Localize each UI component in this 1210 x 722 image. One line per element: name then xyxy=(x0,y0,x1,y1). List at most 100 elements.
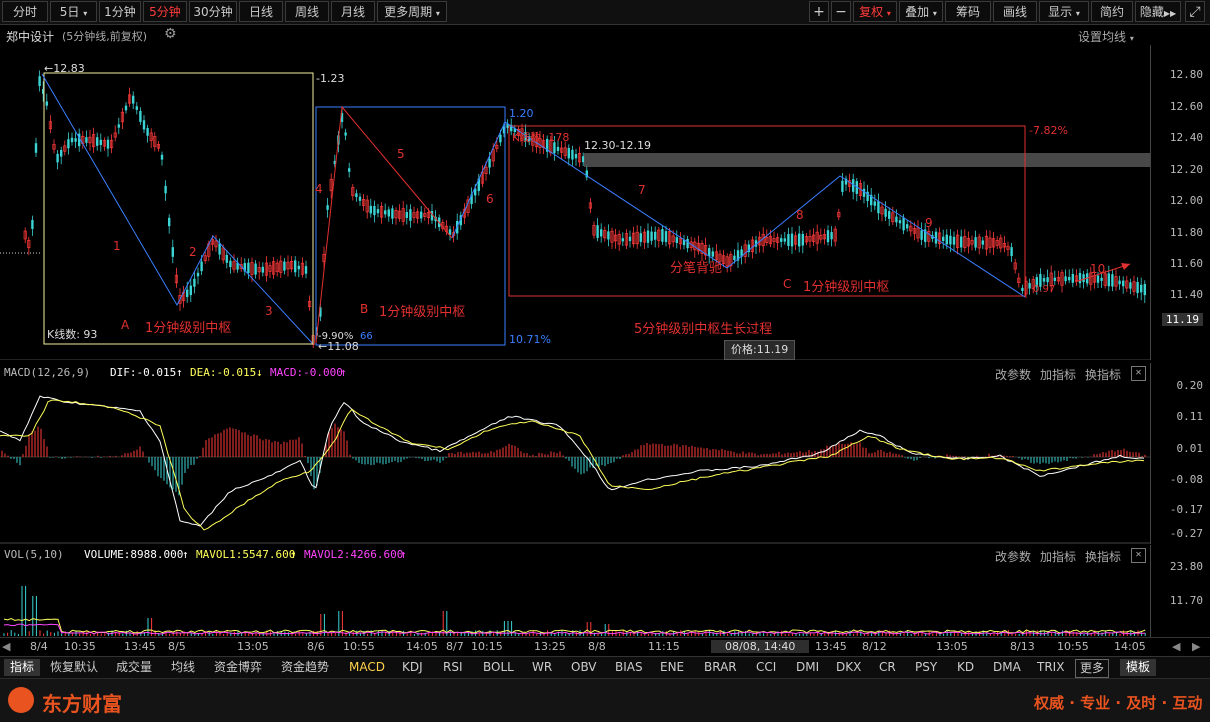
candle-body xyxy=(218,243,221,255)
time-tick: 14:05 xyxy=(406,640,438,653)
macd-chart[interactable] xyxy=(0,381,1150,544)
divergence-label: 分笔背驰 xyxy=(670,261,723,276)
gear-icon[interactable]: ⚙ xyxy=(164,26,177,42)
candle-body xyxy=(830,232,833,240)
tab-wr[interactable]: WR xyxy=(532,659,552,676)
tab-fund-trend[interactable]: 资金趋势 xyxy=(281,659,329,676)
display-button[interactable]: 显示 ▾ xyxy=(1039,1,1089,22)
candle-body xyxy=(1143,284,1146,296)
ma-setting-button[interactable]: 设置均线 ▾ xyxy=(1078,28,1134,45)
chips-button[interactable]: 筹码 xyxy=(945,1,991,22)
volume-chart[interactable] xyxy=(0,563,1150,637)
tab-ma[interactable]: 均线 xyxy=(171,659,195,676)
stroke-number-10: 10 xyxy=(1090,262,1106,276)
resistance-band xyxy=(584,153,1150,167)
time-tick: 10:55 xyxy=(1057,640,1089,653)
candle-body xyxy=(60,150,63,157)
period-tab-timeshare[interactable]: 分时 xyxy=(2,1,48,22)
tab-dma[interactable]: DMA xyxy=(993,659,1021,676)
candle-body xyxy=(898,220,902,224)
tab-dkx[interactable]: DKX xyxy=(836,659,861,676)
tab-restore-default[interactable]: 恢复默认 xyxy=(50,659,98,676)
zoom-out-button[interactable]: − xyxy=(831,1,851,22)
candle-body xyxy=(384,210,387,215)
period-tab-week[interactable]: 周线 xyxy=(285,1,329,22)
macd-value: MACD:-0.000 xyxy=(270,366,343,379)
tab-bias[interactable]: BIAS xyxy=(615,659,643,676)
tab-indicator[interactable]: 指标 xyxy=(4,659,41,676)
time-tick: 10:15 xyxy=(471,640,503,653)
indicator-tabbar: 指标 恢复默认 成交量 均线 资金博弈 资金趋势 MACD KDJ RSI BO… xyxy=(0,656,1210,678)
tab-obv[interactable]: OBV xyxy=(571,659,597,676)
candle-body xyxy=(902,217,905,231)
candle-body xyxy=(261,266,264,273)
zoom-in-button[interactable]: + xyxy=(809,1,829,22)
simple-mode-button[interactable]: 简约 xyxy=(1091,1,1133,22)
adjust-rights-button[interactable]: 复权 ▾ xyxy=(853,1,897,22)
vol-volume: VOLUME:8988.000 xyxy=(84,548,184,561)
zone-b-text: 1分钟级别中枢 xyxy=(379,305,466,320)
tab-dmi[interactable]: DMI xyxy=(796,659,819,676)
tab-kd[interactable]: KD xyxy=(957,659,974,676)
scroll-right-icon[interactable]: ▶ xyxy=(1192,640,1200,653)
fullscreen-icon[interactable]: ⤢ xyxy=(1185,1,1205,22)
candle-body xyxy=(358,196,362,201)
hide-label: 隐藏 xyxy=(1139,5,1164,19)
process-label: 5分钟级别中枢生长过程 xyxy=(634,322,773,337)
zone-a-letter: A xyxy=(121,318,130,332)
tab-fund-game[interactable]: 资金博弈 xyxy=(214,659,262,676)
period-tab-day[interactable]: 日线 xyxy=(239,1,283,22)
period-tab-more[interactable]: 更多周期 ▾ xyxy=(377,1,447,22)
time-tick: 13:45 xyxy=(815,640,847,653)
candle-body xyxy=(974,237,977,248)
tab-cci[interactable]: CCI xyxy=(756,659,776,676)
candle-body xyxy=(106,139,110,149)
candle-body xyxy=(949,235,952,245)
price-tick: 11.60 xyxy=(1169,257,1203,270)
tab-volume[interactable]: 成交量 xyxy=(116,659,152,676)
scroll-left-icon[interactable]: ◀ xyxy=(1172,640,1180,653)
tab-psy[interactable]: PSY xyxy=(915,659,937,676)
candle-body xyxy=(708,248,711,257)
hide-button[interactable]: 隐藏▶▶ xyxy=(1135,1,1181,22)
period-tab-5min[interactable]: 5分钟 xyxy=(143,1,187,22)
candle-body xyxy=(488,158,491,168)
overlay-button[interactable]: 叠加 ▾ xyxy=(899,1,943,22)
stroke-line-segment xyxy=(451,121,1026,298)
candle-body xyxy=(1028,283,1031,289)
period-tab-30min[interactable]: 30分钟 xyxy=(189,1,237,22)
box-b-top-label: 1.20 xyxy=(509,107,534,120)
scroll-left-icon[interactable]: ◀ xyxy=(2,640,10,653)
time-tick: 11:15 xyxy=(648,640,680,653)
candle-body xyxy=(798,233,801,247)
close-icon[interactable]: ✕ xyxy=(1131,548,1146,563)
tab-rsi[interactable]: RSI xyxy=(443,659,463,676)
period-tab-5day-label: 5日 xyxy=(59,5,80,19)
candle-body xyxy=(664,231,668,243)
box-a-ratio: -1.23 xyxy=(316,72,345,85)
period-tab-1min[interactable]: 1分钟 xyxy=(99,1,141,22)
time-axis[interactable]: ◀ 8/4 10:35 13:45 8/5 13:05 8/6 10:55 14… xyxy=(0,637,1210,656)
tab-more[interactable]: 更多 xyxy=(1075,659,1110,678)
stock-name: 郑中设计 xyxy=(6,30,55,44)
price-chart[interactable] xyxy=(0,45,1150,360)
tab-trix[interactable]: TRIX xyxy=(1037,659,1064,676)
tab-macd[interactable]: MACD xyxy=(349,659,385,676)
vol-tick: 23.80 xyxy=(1169,560,1203,573)
tab-kdj[interactable]: KDJ xyxy=(402,659,423,676)
candle-body xyxy=(124,105,128,111)
close-icon[interactable]: ✕ xyxy=(1131,366,1146,381)
tab-boll[interactable]: BOLL xyxy=(483,659,514,676)
draw-line-button[interactable]: 画线 xyxy=(993,1,1037,22)
period-tab-month[interactable]: 月线 xyxy=(331,1,375,22)
macd-tick: 0.20 xyxy=(1176,379,1204,392)
stroke-number-3: 3 xyxy=(265,304,273,318)
candle-body xyxy=(841,180,844,192)
time-tick: 13:45 xyxy=(124,640,156,653)
tab-template[interactable]: 模板 xyxy=(1120,659,1157,676)
tab-ene[interactable]: ENE xyxy=(660,659,684,676)
tab-cr[interactable]: CR xyxy=(879,659,896,676)
candle-body xyxy=(117,124,120,128)
tab-brar[interactable]: BRAR xyxy=(704,659,737,676)
period-tab-5day[interactable]: 5日 ▾ xyxy=(50,1,97,22)
